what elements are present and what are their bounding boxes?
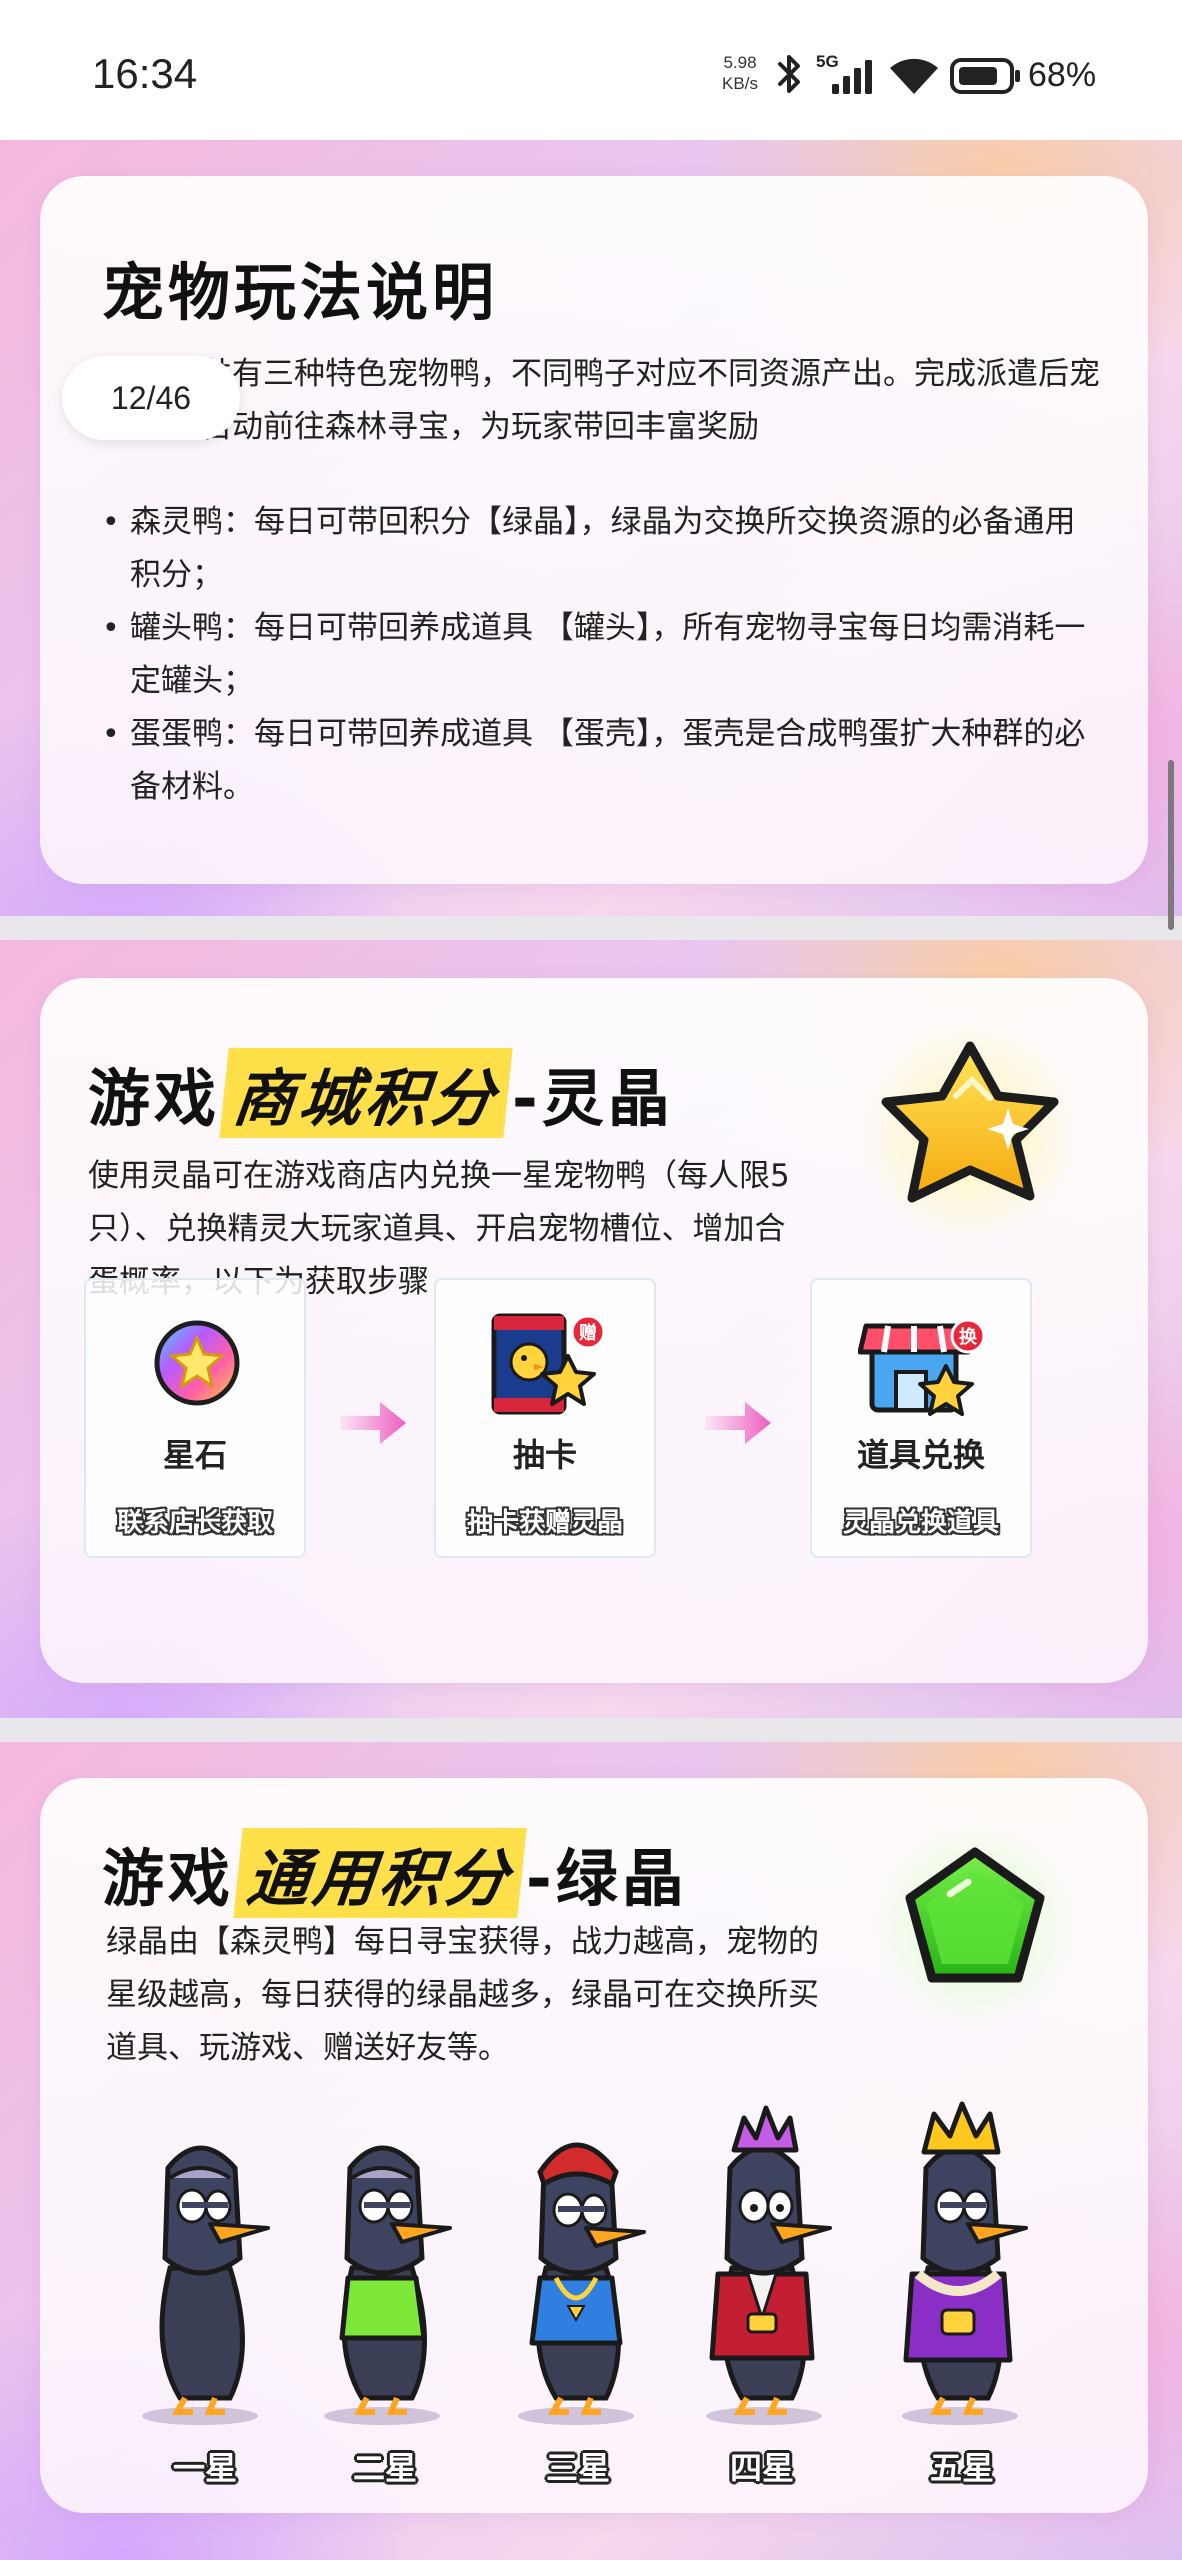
list-item: 罐头鸭：每日可带回养成道具 【罐头】，所有宠物寻宝每日均需消耗一定罐头；	[100, 602, 1100, 708]
step-name: 星石	[162, 1436, 227, 1474]
title-prefix: 游戏	[88, 1062, 221, 1135]
duck-five-star-image	[902, 2101, 1028, 2425]
step-name: 道具兑换	[856, 1436, 985, 1474]
title-highlight: 商城积分	[219, 1048, 513, 1138]
gift-badge: 赠	[579, 1322, 597, 1344]
duck-star-label: 四星	[729, 2449, 794, 2487]
general-points-title: 游戏 通用积分 -绿晶	[102, 1828, 688, 1918]
card-pack-icon: 赠	[491, 1313, 606, 1415]
duck-star-label: 二星	[352, 2449, 417, 2487]
star-stone-icon	[154, 1320, 240, 1406]
step-item-exchange: 换 道具兑换 灵晶兑换道具	[810, 1278, 1032, 1558]
duck-one-star-image	[142, 2145, 270, 2425]
step-subtitle: 抽卡获赠灵晶	[466, 1508, 623, 1538]
status-time: 16:34	[92, 50, 198, 97]
list-item: 蛋蛋鸭：每日可带回养成道具 【蛋壳】，蛋壳是合成鸭蛋扩大种群的必备材料。	[100, 708, 1100, 814]
step-draw-card: 赠 抽卡 抽卡获赠灵晶	[434, 1278, 656, 1558]
duck-star-label: 五星	[929, 2449, 994, 2487]
battery-icon	[950, 58, 1020, 94]
step-name: 抽卡	[512, 1436, 577, 1474]
duck-star-label: 三星	[545, 2449, 610, 2487]
step-star-stone: 星石 联系店长获取	[84, 1278, 306, 1558]
duck-three-star-image	[518, 2142, 646, 2425]
title-suffix: -绿晶	[526, 1842, 688, 1915]
title-highlight: 通用积分	[233, 1828, 527, 1918]
wifi-icon	[890, 58, 938, 94]
duck-two-star-image	[324, 2145, 452, 2425]
status-bar: 16:34 5.98 KB/s 5G 68%	[0, 0, 1182, 140]
shop-points-section: 游戏 商城积分 -灵晶 使用灵晶可在游戏商店内兑换一星宠物鸭（每人限5只）、兑换精灵…	[0, 940, 1182, 1718]
net-speed-value: 5.98	[723, 53, 757, 72]
battery-percent: 68%	[1028, 56, 1097, 94]
general-points-section: 游戏 通用积分 -绿晶 绿晶由【森灵鸭】每日寻宝获得，战力越高，宠物的星级越高，每日…	[0, 1742, 1182, 2560]
step-subtitle: 灵晶兑换道具	[842, 1508, 999, 1538]
duck-star-label: 一星	[172, 2449, 237, 2487]
gold-star-icon	[858, 1021, 1082, 1245]
general-points-card: 游戏 通用积分 -绿晶 绿晶由【森灵鸭】每日寻宝获得，战力越高，宠物的星级越高，每日…	[40, 1778, 1148, 2513]
pet-rules-list: 森灵鸭：每日可带回积分【绿晶】，绿晶为交换所交换资源的必备通用积分； 罐头鸭：每…	[100, 496, 1100, 814]
shop-points-card: 游戏 商城积分 -灵晶 使用灵晶可在游戏商店内兑换一星宠物鸭（每人限5只）、兑换精灵…	[40, 978, 1148, 1683]
signal-icon	[832, 60, 872, 94]
pet-rules-card: 宠物玩法说明 游戏内共有三种特色宠物鸭，不同鸭子对应不同资源产出。完成派遣后宠物…	[40, 176, 1148, 884]
pet-rules-intro: 游戏内共有三种特色宠物鸭，不同鸭子对应不同资源产出。完成派遣后宠物鸭将自动前往森…	[108, 356, 1100, 445]
bluetooth-icon	[778, 55, 800, 93]
arrow-right-icon	[340, 1402, 406, 1444]
page-indicator[interactable]: 12/46	[62, 356, 240, 440]
net-speed: 5.98 KB/s	[714, 52, 766, 94]
arrow-right-icon	[705, 1402, 771, 1444]
general-points-desc: 绿晶由【森灵鸭】每日寻宝获得，战力越高，宠物的星级越高，每日获得的绿晶越多，绿晶…	[106, 1924, 819, 2066]
scrollbar[interactable]	[1168, 760, 1174, 930]
duck-four-star-image	[706, 2105, 832, 2425]
list-item: 森灵鸭：每日可带回积分【绿晶】，绿晶为交换所交换资源的必备通用积分；	[100, 496, 1100, 602]
step-subtitle: 联系店长获取	[116, 1508, 273, 1538]
title-prefix: 游戏	[102, 1842, 235, 1915]
green-gem-icon	[871, 1822, 1079, 2028]
shop-icon: 换	[858, 1318, 986, 1416]
shop-points-title: 游戏 商城积分 -灵晶	[88, 1048, 674, 1138]
pet-rules-section: 宠物玩法说明 游戏内共有三种特色宠物鸭，不同鸭子对应不同资源产出。完成派遣后宠物…	[0, 140, 1182, 916]
net-speed-unit: KB/s	[722, 74, 758, 93]
title-suffix: -灵晶	[512, 1062, 674, 1135]
exchange-badge: 换	[959, 1326, 978, 1348]
pet-rules-title: 宠物玩法说明	[102, 256, 499, 329]
